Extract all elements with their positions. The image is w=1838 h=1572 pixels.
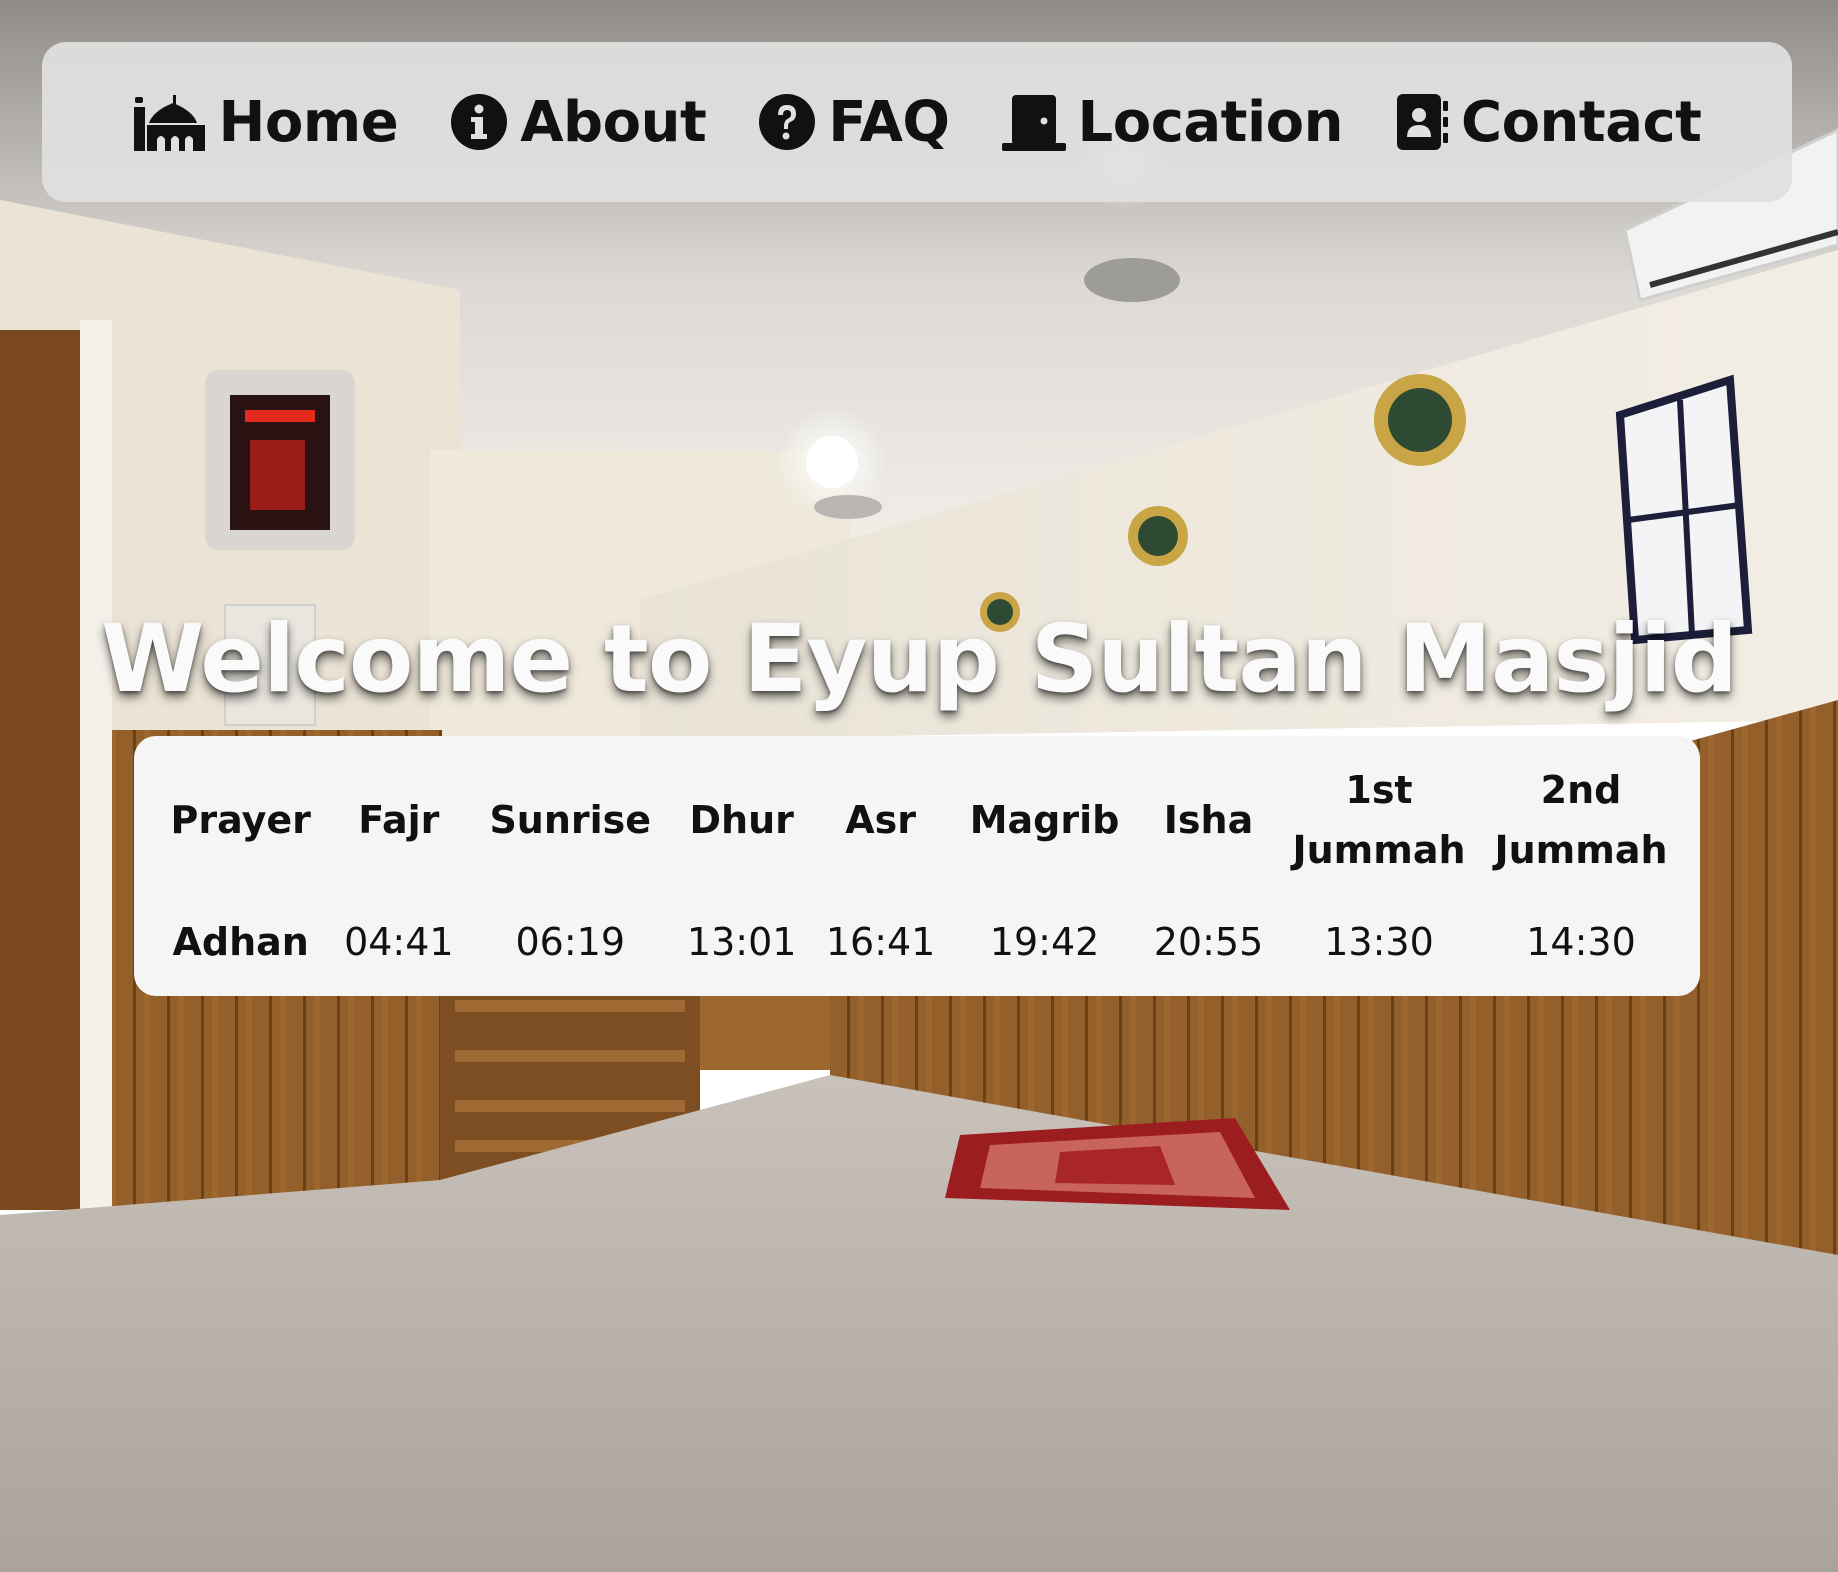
nav-about-label: About: [520, 89, 707, 155]
nav-faq-label: FAQ: [828, 89, 950, 155]
page-title: Welcome to Eyup Sultan Masjid: [100, 605, 1738, 714]
door-icon: [1001, 93, 1066, 151]
main-nav: Home About FAQ Location Contact: [42, 42, 1792, 202]
prayer-times-table: Prayer Fajr Sunrise Dhur Asr Magrib Isha…: [152, 744, 1682, 988]
time-sunrise: 06:19: [515, 920, 626, 964]
question-circle-icon: [758, 93, 816, 151]
nav-contact-link[interactable]: Contact: [1395, 89, 1702, 155]
time-magrib: 19:42: [989, 920, 1100, 964]
time-asr: 16:41: [825, 920, 936, 964]
header-dhur: Dhur: [689, 798, 794, 842]
nav-location-label: Location: [1077, 89, 1344, 155]
address-book-icon: [1395, 93, 1449, 151]
time-2nd-jummah: 14:30: [1526, 920, 1636, 964]
header-2nd-jummah: 2nd Jummah: [1494, 768, 1668, 872]
header-sunrise: Sunrise: [489, 798, 652, 842]
nav-home-label: Home: [218, 89, 399, 155]
prayer-header-row: Prayer Fajr Sunrise Dhur Asr Magrib Isha…: [152, 744, 1682, 896]
header-prayer: Prayer: [170, 798, 311, 842]
row-label-adhan: Adhan: [172, 920, 309, 964]
header-1st-jummah: 1st Jummah: [1292, 768, 1466, 872]
header-magrib: Magrib: [969, 798, 1120, 842]
nav-home-link[interactable]: Home: [133, 90, 399, 155]
time-1st-jummah: 13:30: [1324, 920, 1434, 964]
header-fajr: Fajr: [358, 798, 440, 842]
nav-faq-link[interactable]: FAQ: [758, 89, 950, 155]
nav-about-link[interactable]: About: [450, 89, 707, 155]
header-isha: Isha: [1163, 798, 1254, 842]
mosque-icon: [133, 93, 207, 151]
time-fajr: 04:41: [344, 920, 454, 964]
info-circle-icon: [450, 93, 508, 151]
header-asr: Asr: [845, 798, 916, 842]
nav-location-link[interactable]: Location: [1001, 89, 1344, 155]
prayer-times-card: Prayer Fajr Sunrise Dhur Asr Magrib Isha…: [134, 736, 1700, 996]
nav-contact-label: Contact: [1460, 89, 1702, 155]
table-row: Adhan 04:41 06:19 13:01 16:41 19:42 20:5…: [152, 896, 1682, 988]
time-isha: 20:55: [1153, 920, 1264, 964]
time-dhur: 13:01: [686, 920, 797, 964]
